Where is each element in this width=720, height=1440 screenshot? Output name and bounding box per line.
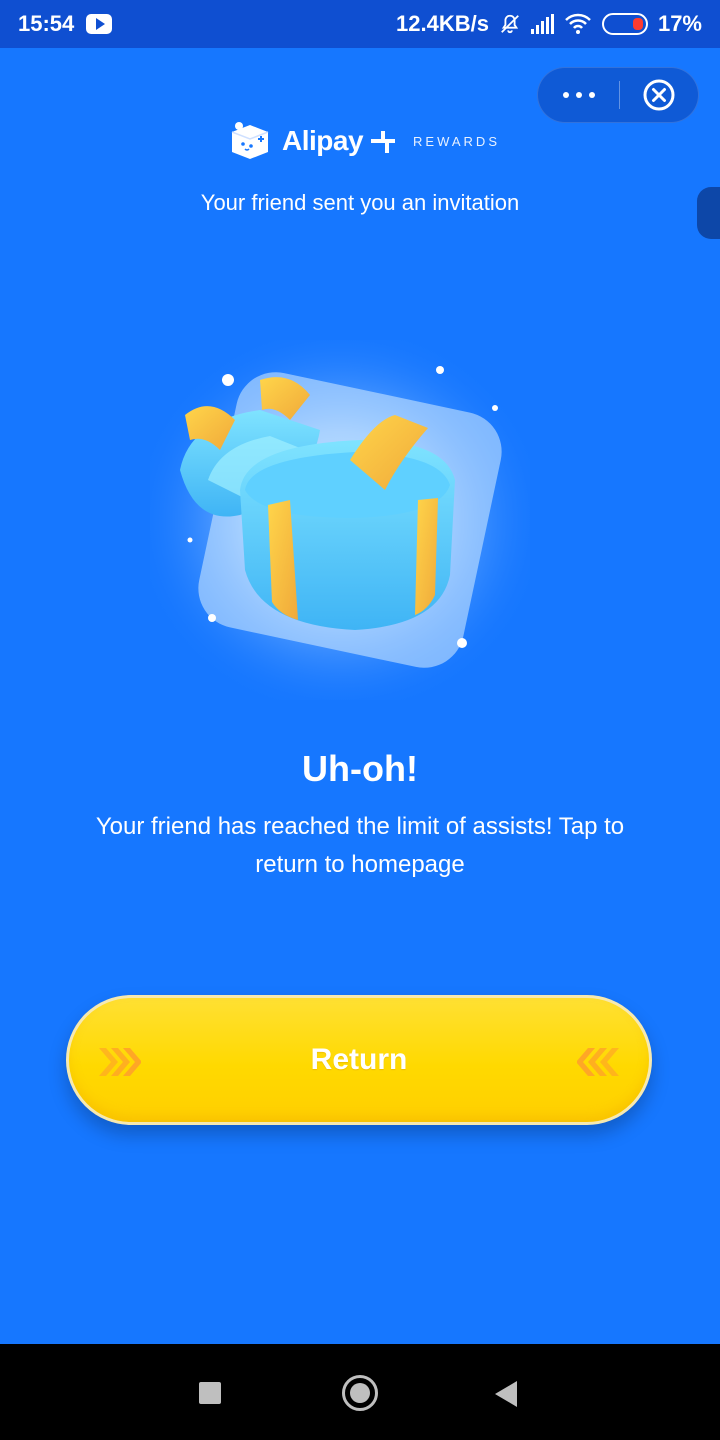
status-bar: 15:54 12.4KB/s 17% (0, 0, 720, 48)
back-icon[interactable] (495, 1381, 517, 1407)
return-button-label: Return (310, 1043, 408, 1076)
brand-name: Alipay (282, 125, 364, 156)
home-icon[interactable] (342, 1375, 378, 1411)
battery-percent: 17% (657, 11, 702, 36)
chevron-right-double-icon (99, 1048, 141, 1076)
error-message: Your friend has reached the limit of ass… (95, 813, 625, 878)
error-headline: Uh-oh! (302, 748, 418, 789)
youtube-icon (86, 14, 113, 34)
more-icon[interactable] (538, 67, 619, 123)
return-button[interactable]: Return (66, 995, 652, 1125)
battery-icon (601, 13, 648, 35)
plus-logo-icon (371, 131, 396, 153)
capsule-menu (537, 67, 699, 123)
close-circle-icon[interactable] (620, 67, 698, 123)
recent-apps-icon[interactable] (199, 1382, 221, 1404)
wifi-icon (565, 13, 591, 34)
invitation-subtitle: Your friend sent you an invitation (200, 190, 520, 215)
gift-box-illustration (150, 340, 530, 700)
chevron-left-double-icon (577, 1048, 619, 1076)
network-speed: 12.4KB/s (396, 11, 489, 36)
brand-logo: Alipay REWARDS (226, 118, 506, 164)
bell-off-icon (501, 14, 519, 34)
signal-icon (530, 14, 554, 34)
brand-subtitle: REWARDS (413, 133, 500, 149)
status-time: 15:54 (18, 11, 75, 36)
mascot-logo-icon (231, 122, 269, 159)
navigation-bar (0, 1344, 720, 1440)
